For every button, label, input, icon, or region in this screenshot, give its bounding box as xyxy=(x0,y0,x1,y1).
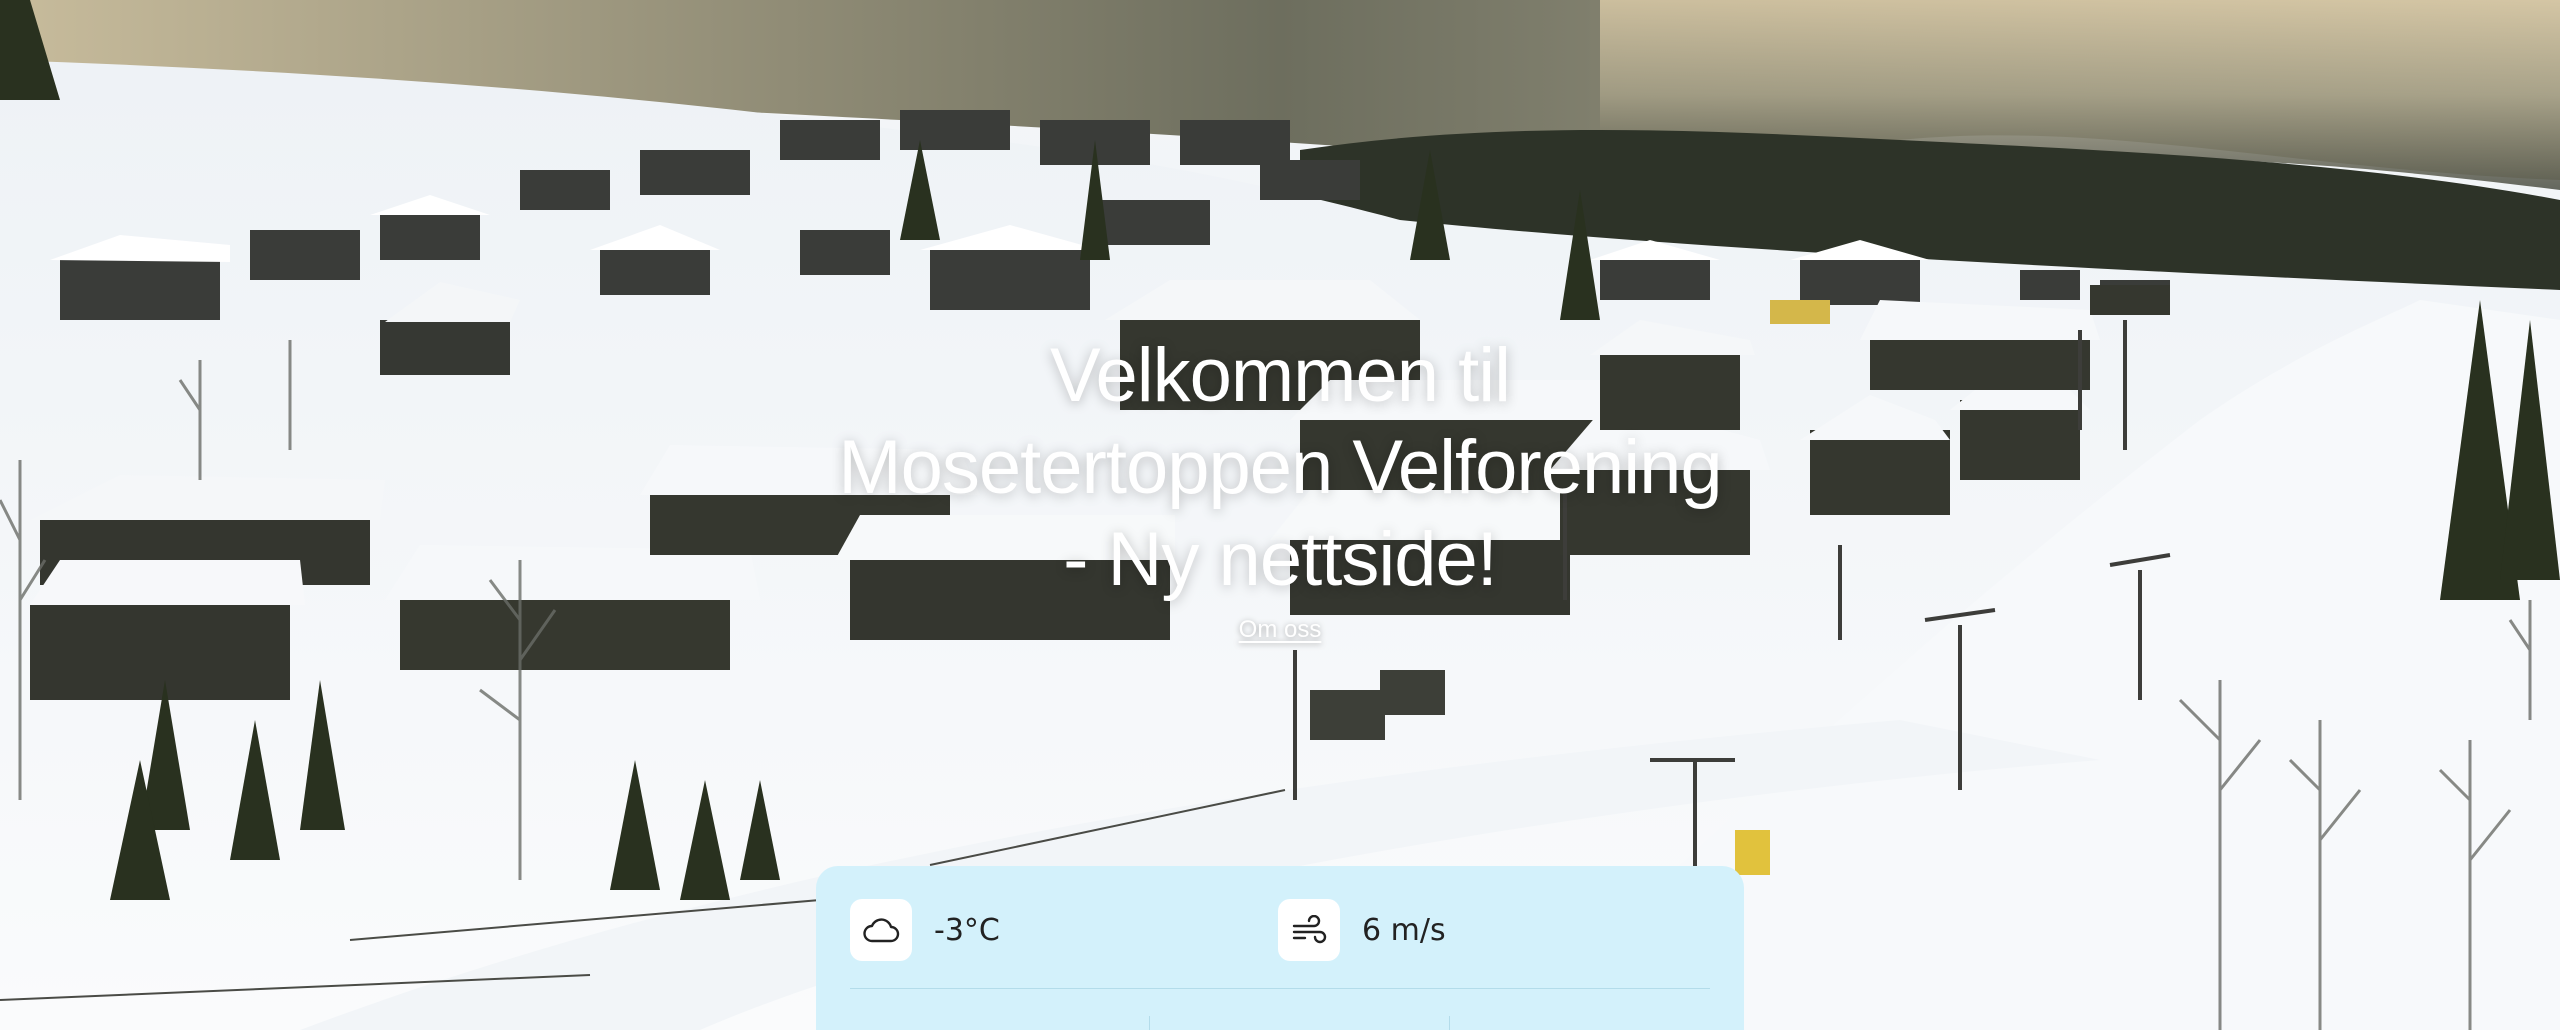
temperature-item: -3°C xyxy=(850,899,1278,961)
weather-card: -3°C 6 m/s xyxy=(816,866,1744,1030)
hero-title-line-1: Velkommen til xyxy=(1049,333,1511,418)
hero-section: Velkommen til Mosetertoppen Velforening … xyxy=(0,0,2560,1030)
hero-title-line-3: - Ny nettside! xyxy=(1063,517,1498,602)
wind-item: 6 m/s xyxy=(1278,899,1706,961)
weather-divider xyxy=(850,988,1710,989)
weather-sub-cell xyxy=(1450,1016,1750,1030)
weather-main-row: -3°C 6 m/s xyxy=(850,898,1710,962)
wind-value: 6 m/s xyxy=(1362,912,1446,948)
wind-icon xyxy=(1278,899,1340,961)
weather-sub-row xyxy=(850,1016,1750,1030)
cloud-icon xyxy=(850,899,912,961)
weather-sub-cell xyxy=(1150,1016,1450,1030)
about-us-link[interactable]: Om oss xyxy=(1230,616,1330,644)
hero-title-line-2: Mosetertoppen Velforening xyxy=(838,425,1722,510)
hero-title: Velkommen til Mosetertoppen Velforening … xyxy=(700,330,1860,606)
temperature-value: -3°C xyxy=(934,912,1000,948)
weather-sub-cell xyxy=(850,1016,1150,1030)
